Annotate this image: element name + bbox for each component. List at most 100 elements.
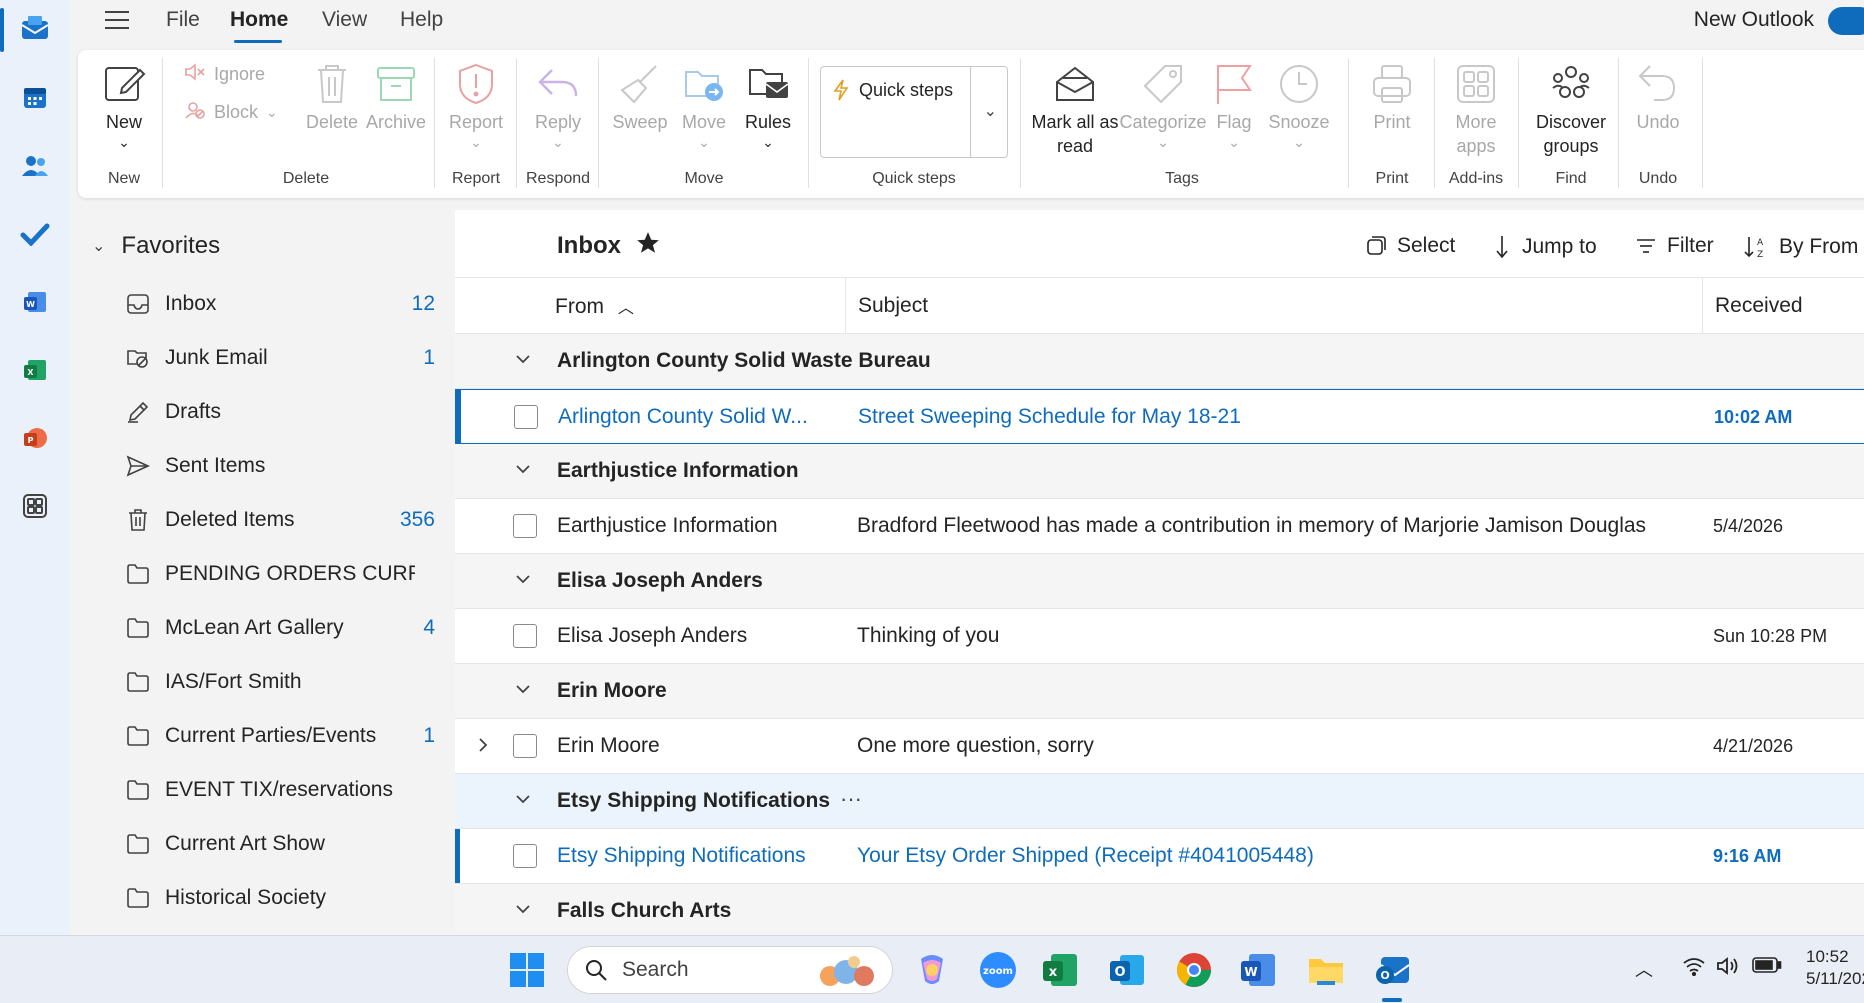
jump-to-button[interactable]: Jump to [1490, 234, 1597, 260]
menu-file[interactable]: File [166, 8, 200, 32]
menu-home[interactable]: Home [230, 8, 288, 32]
more-apps-button[interactable]: More apps [1444, 62, 1508, 158]
mail-app-icon[interactable] [17, 10, 53, 46]
expand-conversation-chevron-icon[interactable] [477, 735, 489, 759]
conversation-group-header[interactable]: Arlington County Solid Waste Bureau [455, 334, 1864, 389]
hamburger-menu-icon[interactable] [104, 10, 130, 35]
flag-button[interactable]: Flag ⌄ [1202, 62, 1266, 150]
report-button[interactable]: Report ⌄ [444, 62, 508, 150]
conversation-group-header[interactable]: Earthjustice Information [455, 444, 1864, 499]
message-checkbox[interactable] [514, 405, 538, 429]
undo-button[interactable]: Undo [1626, 62, 1690, 134]
copilot-icon[interactable] [910, 948, 954, 992]
delete-button[interactable]: Delete [300, 62, 364, 134]
new-outlook-toggle[interactable] [1828, 7, 1864, 35]
column-subject[interactable]: Subject [858, 294, 928, 318]
excel-taskbar-icon[interactable]: x [1038, 948, 1082, 992]
rules-button[interactable]: Rules ⌄ [736, 62, 800, 150]
chrome-icon[interactable] [1172, 948, 1216, 992]
report-chevron-icon[interactable]: ⌄ [444, 134, 508, 150]
group-collapse-chevron-icon[interactable] [515, 572, 531, 590]
quick-steps-expand-chevron-icon[interactable]: ⌄ [984, 101, 997, 121]
group-collapse-chevron-icon[interactable] [515, 682, 531, 700]
move-chevron-icon[interactable]: ⌄ [672, 134, 736, 150]
new-outlook-taskbar-icon[interactable]: O [1370, 948, 1414, 992]
folder-drafts[interactable]: Drafts [125, 392, 435, 432]
mark-all-read-button[interactable]: Mark all as read [1030, 62, 1120, 158]
select-button[interactable]: Select [1365, 234, 1455, 258]
folder-event-tix-reservations[interactable]: EVENT TIX/reservations [125, 770, 435, 810]
message-checkbox[interactable] [513, 514, 537, 538]
message-row[interactable]: Elisa Joseph Anders Thinking of you Sun … [455, 609, 1864, 664]
folder-deleted-items[interactable]: Deleted Items 356 [125, 500, 435, 540]
conversation-group-header[interactable]: Elisa Joseph Anders [455, 554, 1864, 609]
reply-chevron-icon[interactable]: ⌄ [526, 134, 590, 150]
print-button[interactable]: Print [1360, 62, 1424, 134]
categorize-button[interactable]: Categorize ⌄ [1118, 62, 1208, 150]
column-divider[interactable] [845, 278, 846, 334]
powerpoint-app-icon[interactable]: P [17, 420, 53, 456]
discover-groups-button[interactable]: Discover groups [1526, 62, 1616, 158]
more-apps-icon[interactable] [17, 488, 53, 524]
zoom-icon[interactable]: zoom [976, 948, 1020, 992]
quick-steps-item[interactable]: Quick steps [833, 79, 953, 101]
folder-ias-fort-smith[interactable]: IAS/Fort Smith [125, 662, 435, 702]
categorize-chevron-icon[interactable]: ⌄ [1118, 134, 1208, 150]
people-app-icon[interactable] [17, 148, 53, 184]
message-checkbox[interactable] [513, 734, 537, 758]
menu-help[interactable]: Help [400, 8, 443, 32]
menu-view[interactable]: View [322, 8, 367, 32]
group-collapse-chevron-icon[interactable] [515, 462, 531, 480]
windows-start-icon[interactable] [505, 948, 549, 992]
reply-button[interactable]: Reply ⌄ [526, 62, 590, 150]
message-row[interactable]: Earthjustice Information Bradford Fleetw… [455, 499, 1864, 554]
folder-current-art-show[interactable]: Current Art Show [125, 824, 435, 864]
sweep-button[interactable]: Sweep [608, 62, 672, 134]
message-row[interactable]: Erin Moore One more question, sorry 4/21… [455, 719, 1864, 774]
new-dropdown-chevron-icon[interactable]: ⌄ [92, 134, 156, 150]
conversation-group-header[interactable]: Erin Moore [455, 664, 1864, 719]
flag-chevron-icon[interactable]: ⌄ [1202, 134, 1266, 150]
word-app-icon[interactable]: W [17, 284, 53, 320]
group-collapse-chevron-icon[interactable] [515, 902, 531, 920]
message-row[interactable]: Arlington County Solid W... Street Sweep… [455, 389, 1864, 444]
snooze-chevron-icon[interactable]: ⌄ [1264, 134, 1334, 150]
ignore-button[interactable]: Ignore [184, 62, 265, 86]
conversation-group-header[interactable]: Etsy Shipping Notifications ··· [455, 774, 1864, 829]
folder-inbox[interactable]: Inbox 12 [125, 284, 435, 324]
wifi-icon[interactable] [1682, 956, 1706, 981]
favorites-collapse-chevron-icon[interactable]: ⌄ [92, 236, 105, 256]
show-hidden-icons-chevron-icon[interactable]: ︿ [1635, 956, 1653, 982]
favorites-header[interactable]: ⌄ Favorites [92, 232, 220, 260]
quick-steps-gallery[interactable]: Quick steps ⌄ [820, 66, 1008, 158]
excel-app-icon[interactable]: X [17, 352, 53, 388]
conversation-group-header[interactable]: Falls Church Arts [455, 884, 1864, 939]
folder-historical-society[interactable]: Historical Society [125, 878, 435, 918]
message-row[interactable]: Etsy Shipping Notifications Your Etsy Or… [455, 829, 1864, 884]
sort-button[interactable]: AZ By From [1743, 234, 1858, 260]
system-clock[interactable]: 10:52 5/11/2026 [1806, 946, 1864, 990]
group-collapse-chevron-icon[interactable] [515, 352, 531, 370]
folder-mclean-art-gallery[interactable]: McLean Art Gallery 4 [125, 608, 435, 648]
rules-chevron-icon[interactable]: ⌄ [736, 134, 800, 150]
column-from[interactable]: From ︿ [555, 294, 634, 319]
filter-button[interactable]: Filter [1635, 234, 1714, 258]
column-divider[interactable] [1702, 278, 1703, 334]
folder-sent-items[interactable]: Sent Items [125, 446, 435, 486]
favorite-star-icon[interactable] [635, 230, 661, 261]
block-button[interactable]: Block ⌄ [184, 100, 278, 124]
snooze-button[interactable]: Snooze ⌄ [1264, 62, 1334, 150]
folder-current-parties-events[interactable]: Current Parties/Events 1 [125, 716, 435, 756]
message-checkbox[interactable] [513, 624, 537, 648]
message-checkbox[interactable] [513, 844, 537, 868]
move-button[interactable]: Move ⌄ [672, 62, 736, 150]
group-more-options-icon[interactable]: ··· [840, 786, 862, 812]
folder-junk-email[interactable]: Junk Email 1 [125, 338, 435, 378]
folder-pending-orders[interactable]: PENDING ORDERS CURR... [125, 554, 435, 594]
battery-icon[interactable] [1752, 956, 1782, 979]
new-button[interactable]: New ⌄ [92, 62, 156, 150]
word-taskbar-icon[interactable]: W [1236, 948, 1280, 992]
taskbar-search-box[interactable]: Search [567, 946, 893, 994]
volume-icon[interactable] [1716, 956, 1742, 981]
file-explorer-icon[interactable] [1304, 948, 1348, 992]
